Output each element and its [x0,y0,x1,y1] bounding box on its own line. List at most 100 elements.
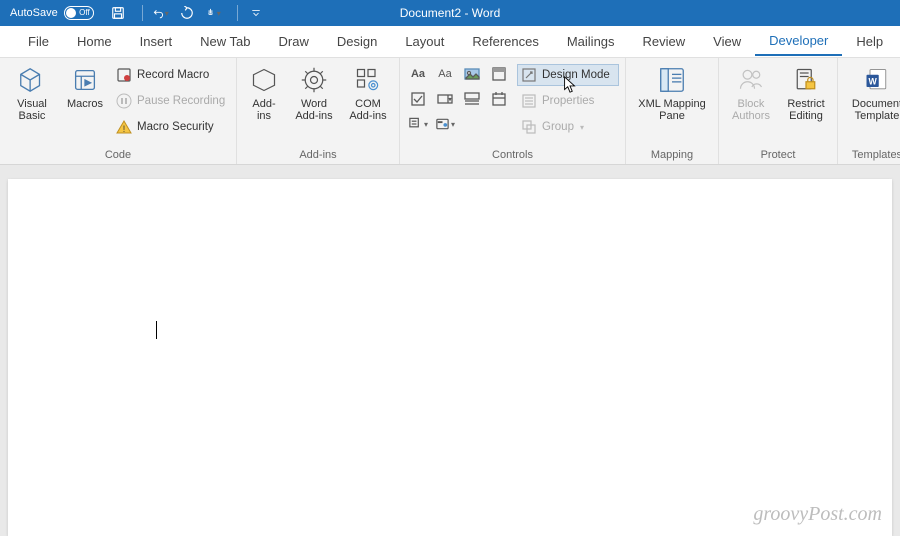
macro-security-icon: ! [116,119,132,135]
restrict-editing-label: Restrict Editing [787,98,824,122]
watermark-text: groovyPost.com [753,503,882,526]
record-macro-icon [116,67,132,83]
tab-review[interactable]: Review [629,28,700,55]
tab-view[interactable]: View [699,28,755,55]
plaintext-control-icon[interactable]: Aa [435,64,455,84]
pause-recording-button: Pause Recording [112,90,230,112]
properties-label: Properties [542,95,594,107]
properties-icon [521,93,537,109]
autosave-toggle[interactable]: Off [64,6,94,20]
quick-access-toolbar: ▾ ▾ [110,5,264,21]
combobox-control-icon[interactable] [435,89,455,109]
group-button: Group ▾ [517,116,619,138]
macros-button[interactable]: Macros [62,62,108,110]
controls-grid: Aa Aa ▾ ▾ [406,62,513,138]
word-addins-label: Word Add-ins [295,98,332,122]
word-addins-button[interactable]: Word Add-ins [289,62,339,122]
tab-newtab[interactable]: New Tab [186,28,264,55]
checkbox-control-icon[interactable] [408,89,428,109]
customize-qat-icon[interactable] [248,5,264,21]
title-bar: AutoSave Off ▾ ▾ Document2 - Word [0,0,900,26]
tab-insert[interactable]: Insert [126,28,187,55]
dropdown-control-icon[interactable] [462,89,482,109]
tab-draw[interactable]: Draw [265,28,323,55]
richtext-control-icon[interactable]: Aa [408,64,428,84]
autosave-control[interactable]: AutoSave Off [0,6,94,20]
group-controls-label: Controls [406,147,619,164]
macro-security-button[interactable]: ! Macro Security [112,116,230,138]
document-template-label: Document Template [852,98,900,122]
addins-button[interactable]: Add- ins [243,62,285,122]
group-protect: Block Authors Restrict Editing Protect [719,58,838,164]
redo-icon[interactable] [179,5,195,21]
datepicker-control-icon[interactable] [489,89,509,109]
tab-help[interactable]: Help [842,28,897,55]
qat-divider [142,5,143,21]
restrict-editing-icon [790,64,822,96]
tab-layout[interactable]: Layout [391,28,458,55]
buildingblock-control-icon[interactable] [489,64,509,84]
save-icon[interactable] [110,5,126,21]
touch-mode-icon[interactable]: ▾ [205,5,221,21]
group-templates: W Document Template Templates [838,58,900,164]
document-title: Document2 - Word [400,6,500,20]
record-macro-button[interactable]: Record Macro [112,64,230,86]
document-template-button[interactable]: W Document Template [844,62,900,122]
xml-mapping-icon [656,64,688,96]
com-addins-icon [352,64,384,96]
qat-divider-2 [237,5,238,21]
tab-mailings[interactable]: Mailings [553,28,629,55]
xml-mapping-button[interactable]: XML Mapping Pane [632,62,712,122]
tab-file[interactable]: File [14,28,63,55]
picture-control-icon[interactable] [462,64,482,84]
visual-basic-button[interactable]: Visual Basic [6,62,58,122]
macro-security-label: Macro Security [137,121,214,133]
pause-recording-icon [116,93,132,109]
repeating-control-icon[interactable]: ▾ [408,114,428,134]
block-authors-icon [735,64,767,96]
xml-mapping-label: XML Mapping Pane [638,98,705,122]
word-addins-icon [298,64,330,96]
toggle-knob [66,8,76,18]
mouse-cursor-icon [563,76,577,94]
group-mapping-label: Mapping [632,147,712,164]
tab-references[interactable]: References [458,28,552,55]
record-macro-label: Record Macro [137,69,209,81]
visual-basic-icon [16,64,48,96]
macros-icon [69,64,101,96]
design-mode-icon [521,67,537,83]
controls-stack: Design Mode Properties Group ▾ [517,62,619,138]
addins-label: Add- ins [252,98,275,122]
autosave-label: AutoSave [10,7,58,19]
svg-text:W: W [868,76,877,86]
ribbon-tabs: File Home Insert New Tab Draw Design Lay… [0,26,900,58]
visual-basic-label: Visual Basic [17,98,47,122]
group-code: Visual Basic Macros Record Macro [0,58,237,164]
restrict-editing-button[interactable]: Restrict Editing [781,62,831,122]
text-cursor [156,321,157,339]
group-protect-label: Protect [725,147,831,164]
ribbon: Visual Basic Macros Record Macro [0,58,900,165]
com-addins-button[interactable]: COM Add-ins [343,62,393,122]
document-area: groovyPost.com [0,165,900,536]
pause-recording-label: Pause Recording [137,95,225,107]
group-icon [521,119,537,135]
group-code-label: Code [6,147,230,164]
com-addins-label: COM Add-ins [349,98,386,122]
document-template-icon: W [861,64,893,96]
tab-design[interactable]: Design [323,28,391,55]
document-page[interactable] [8,179,892,536]
undo-icon[interactable]: ▾ [153,5,169,21]
block-authors-button: Block Authors [725,62,777,122]
macros-label: Macros [67,98,103,110]
autosave-state: Off [79,8,90,17]
block-authors-label: Block Authors [732,98,770,122]
group-templates-label: Templates [844,147,900,164]
tab-home[interactable]: Home [63,28,126,55]
code-stack: Record Macro Pause Recording ! Macro Sec… [112,62,230,138]
group-addins: Add- ins Word Add-ins COM Add-ins Add-in… [237,58,400,164]
svg-text:!: ! [123,124,126,134]
legacy-tools-icon[interactable]: ▾ [435,114,455,134]
tab-developer[interactable]: Developer [755,27,842,56]
group-controls: Aa Aa ▾ ▾ Design Mode [400,58,626,164]
